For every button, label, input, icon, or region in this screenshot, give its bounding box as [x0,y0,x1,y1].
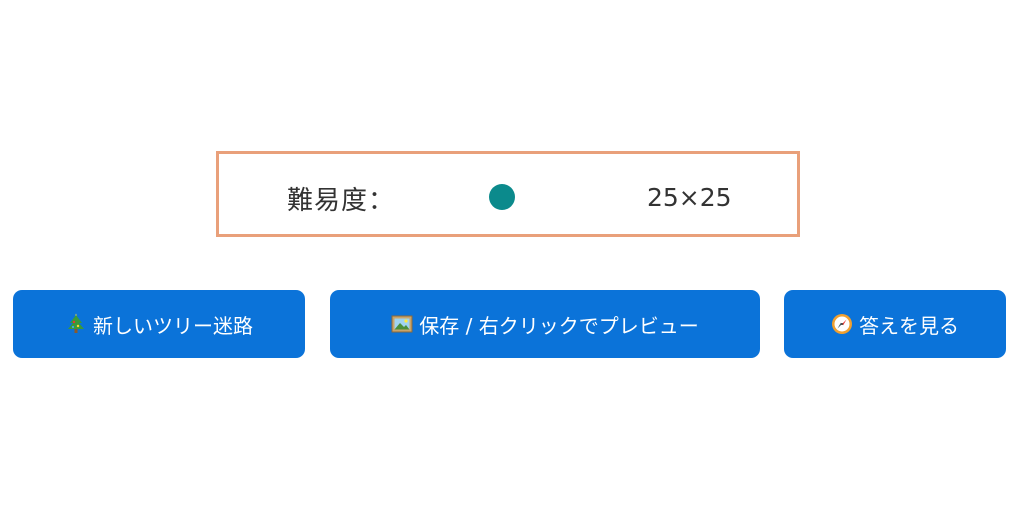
show-answer-label: 答えを見る [859,313,959,338]
maze-controls: 難易度： 25×25 新しいツリー迷路 保存 / 右クリックでプレビュー 答えを… [0,0,1024,512]
framed-picture-icon [391,313,413,335]
difficulty-panel: 難易度： 25×25 [216,151,800,237]
show-answer-button[interactable]: 答えを見る [784,290,1006,358]
new-tree-maze-label: 新しいツリー迷路 [93,313,253,338]
compass-icon [831,313,853,335]
new-tree-maze-button[interactable]: 新しいツリー迷路 [13,290,305,358]
save-preview-button[interactable]: 保存 / 右クリックでプレビュー [330,290,760,358]
difficulty-slider-thumb[interactable] [489,184,515,210]
christmas-tree-icon [65,313,87,335]
save-preview-label: 保存 / 右クリックでプレビュー [419,313,699,338]
difficulty-value: 25×25 [647,183,732,212]
difficulty-label: 難易度： [287,186,396,216]
